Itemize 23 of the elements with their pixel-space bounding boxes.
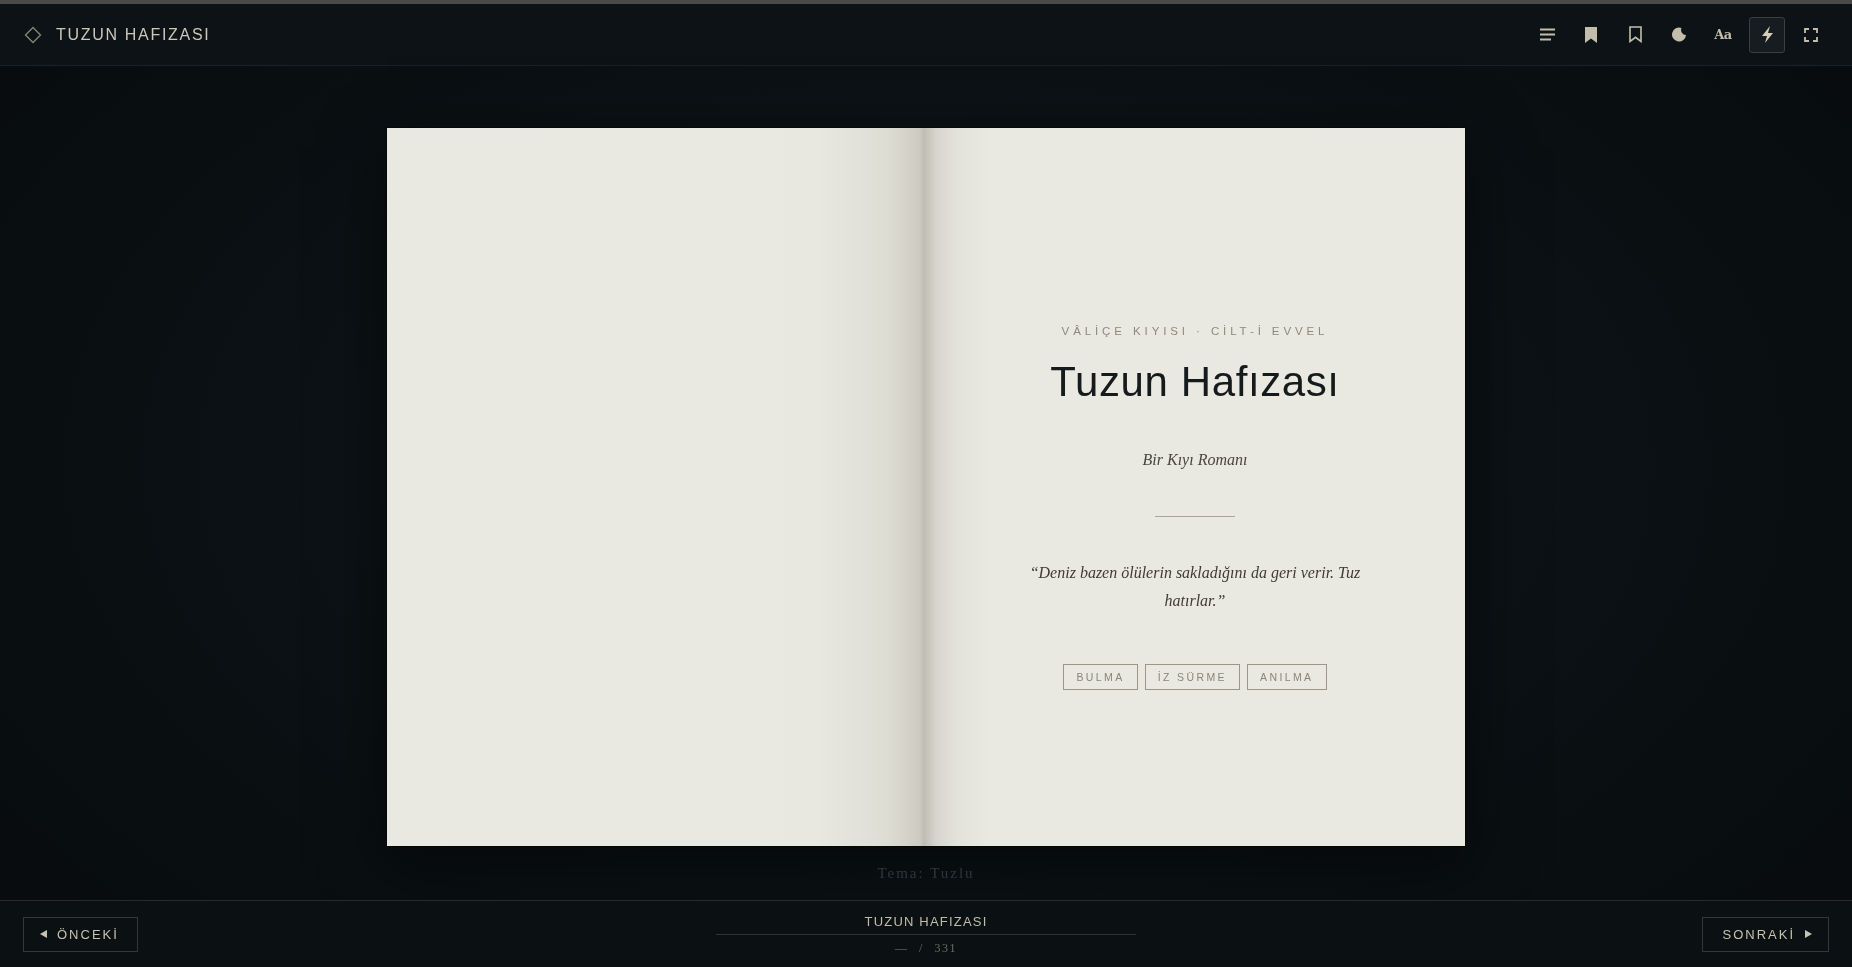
book-title: TUZUN HAFIZASI [864, 913, 988, 930]
caret-right-icon [1805, 930, 1812, 938]
series-label: VÂLİÇE KIYISI · CİLT-İ EVVEL [1061, 324, 1329, 339]
bookmark-icon [1585, 26, 1597, 43]
caret-left-icon [40, 930, 47, 938]
page-counter: — / 331 [895, 940, 957, 955]
diamond-logo-icon [24, 25, 42, 44]
epigraph-text: “Deniz bazen ölülerin sakladığını da geri verir. Tuz hatırlar.” [1028, 563, 1362, 611]
font-button[interactable]: Aa [1705, 16, 1741, 53]
book-title: Tuzun Hafızası [1050, 357, 1340, 407]
lightning-button[interactable] [1749, 16, 1785, 53]
lightning-icon [1760, 26, 1774, 43]
menu-icon [1539, 28, 1555, 41]
app-title: TUZUN HAFIZASI [56, 24, 211, 45]
genre-tag: BULMA [1063, 664, 1138, 690]
fullscreen-icon [1804, 27, 1818, 42]
genre-tag: İZ SÜRME [1144, 664, 1241, 690]
book-subtitle: Bir Kıyı Romanı [1142, 450, 1248, 471]
genre-tag: ANILMA [1247, 664, 1327, 690]
next-button[interactable]: SONRAKİ [1702, 916, 1829, 952]
moon-icon [1670, 26, 1688, 43]
bookmark-outline-icon [1628, 26, 1642, 43]
previous-button[interactable]: ÖNCEKİ [23, 916, 138, 952]
